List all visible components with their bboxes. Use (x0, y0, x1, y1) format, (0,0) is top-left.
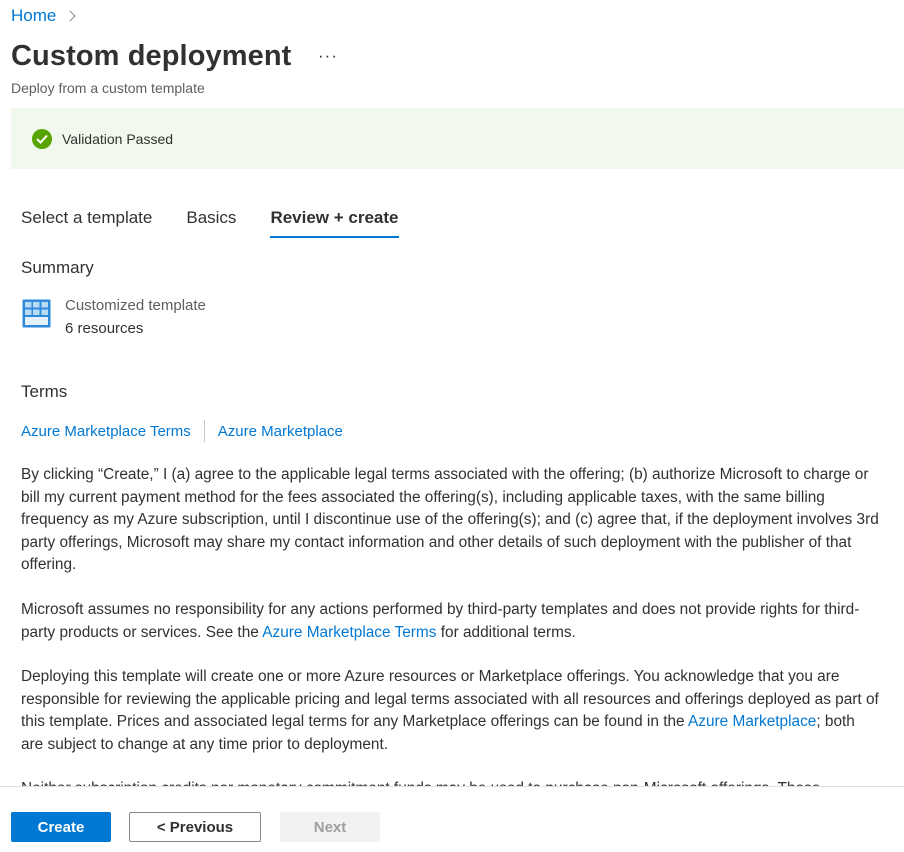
terms-paragraph-2-tail: for additional terms. (436, 623, 576, 641)
inline-marketplace-terms-link[interactable]: Azure Marketplace Terms (262, 624, 436, 641)
tab-select-template[interactable]: Select a template (21, 208, 152, 238)
chevron-right-icon (64, 10, 77, 22)
summary-resource-count: 6 resources (65, 320, 144, 337)
checkmark-icon (32, 128, 52, 149)
terms-heading: Terms (21, 382, 68, 401)
previous-button[interactable]: < Previous (129, 812, 261, 842)
breadcrumb-home-link[interactable]: Home (11, 6, 56, 26)
inline-marketplace-link[interactable]: Azure Marketplace (688, 713, 816, 730)
terms-links: Azure Marketplace Terms Azure Marketplac… (21, 420, 343, 442)
tab-basics[interactable]: Basics (186, 208, 236, 238)
page-subtitle: Deploy from a custom template (11, 80, 205, 96)
breadcrumb: Home (11, 6, 77, 26)
terms-paragraph-3: Deploying this template will create one … (21, 666, 881, 756)
azure-marketplace-terms-link[interactable]: Azure Marketplace Terms (21, 423, 191, 440)
more-options-icon[interactable]: ··· (318, 46, 338, 66)
summary-template-title: Customized template (65, 297, 206, 314)
template-grid-icon (22, 299, 51, 328)
page-title: Custom deployment (11, 40, 292, 72)
link-divider (203, 420, 205, 442)
azure-marketplace-link[interactable]: Azure Marketplace (218, 423, 343, 440)
wizard-tabs: Select a template Basics Review + create (21, 208, 433, 238)
create-button[interactable]: Create (11, 812, 111, 842)
terms-paragraph-1: By clicking “Create,” I (a) agree to the… (21, 466, 879, 573)
validation-banner: Validation Passed (11, 108, 904, 169)
tab-review-create[interactable]: Review + create (270, 208, 399, 238)
validation-status: Validation Passed (62, 130, 174, 147)
summary-heading: Summary (21, 258, 94, 277)
terms-paragraph-2: Microsoft assumes no responsibility for … (21, 599, 881, 644)
next-button[interactable]: Next (280, 812, 380, 842)
